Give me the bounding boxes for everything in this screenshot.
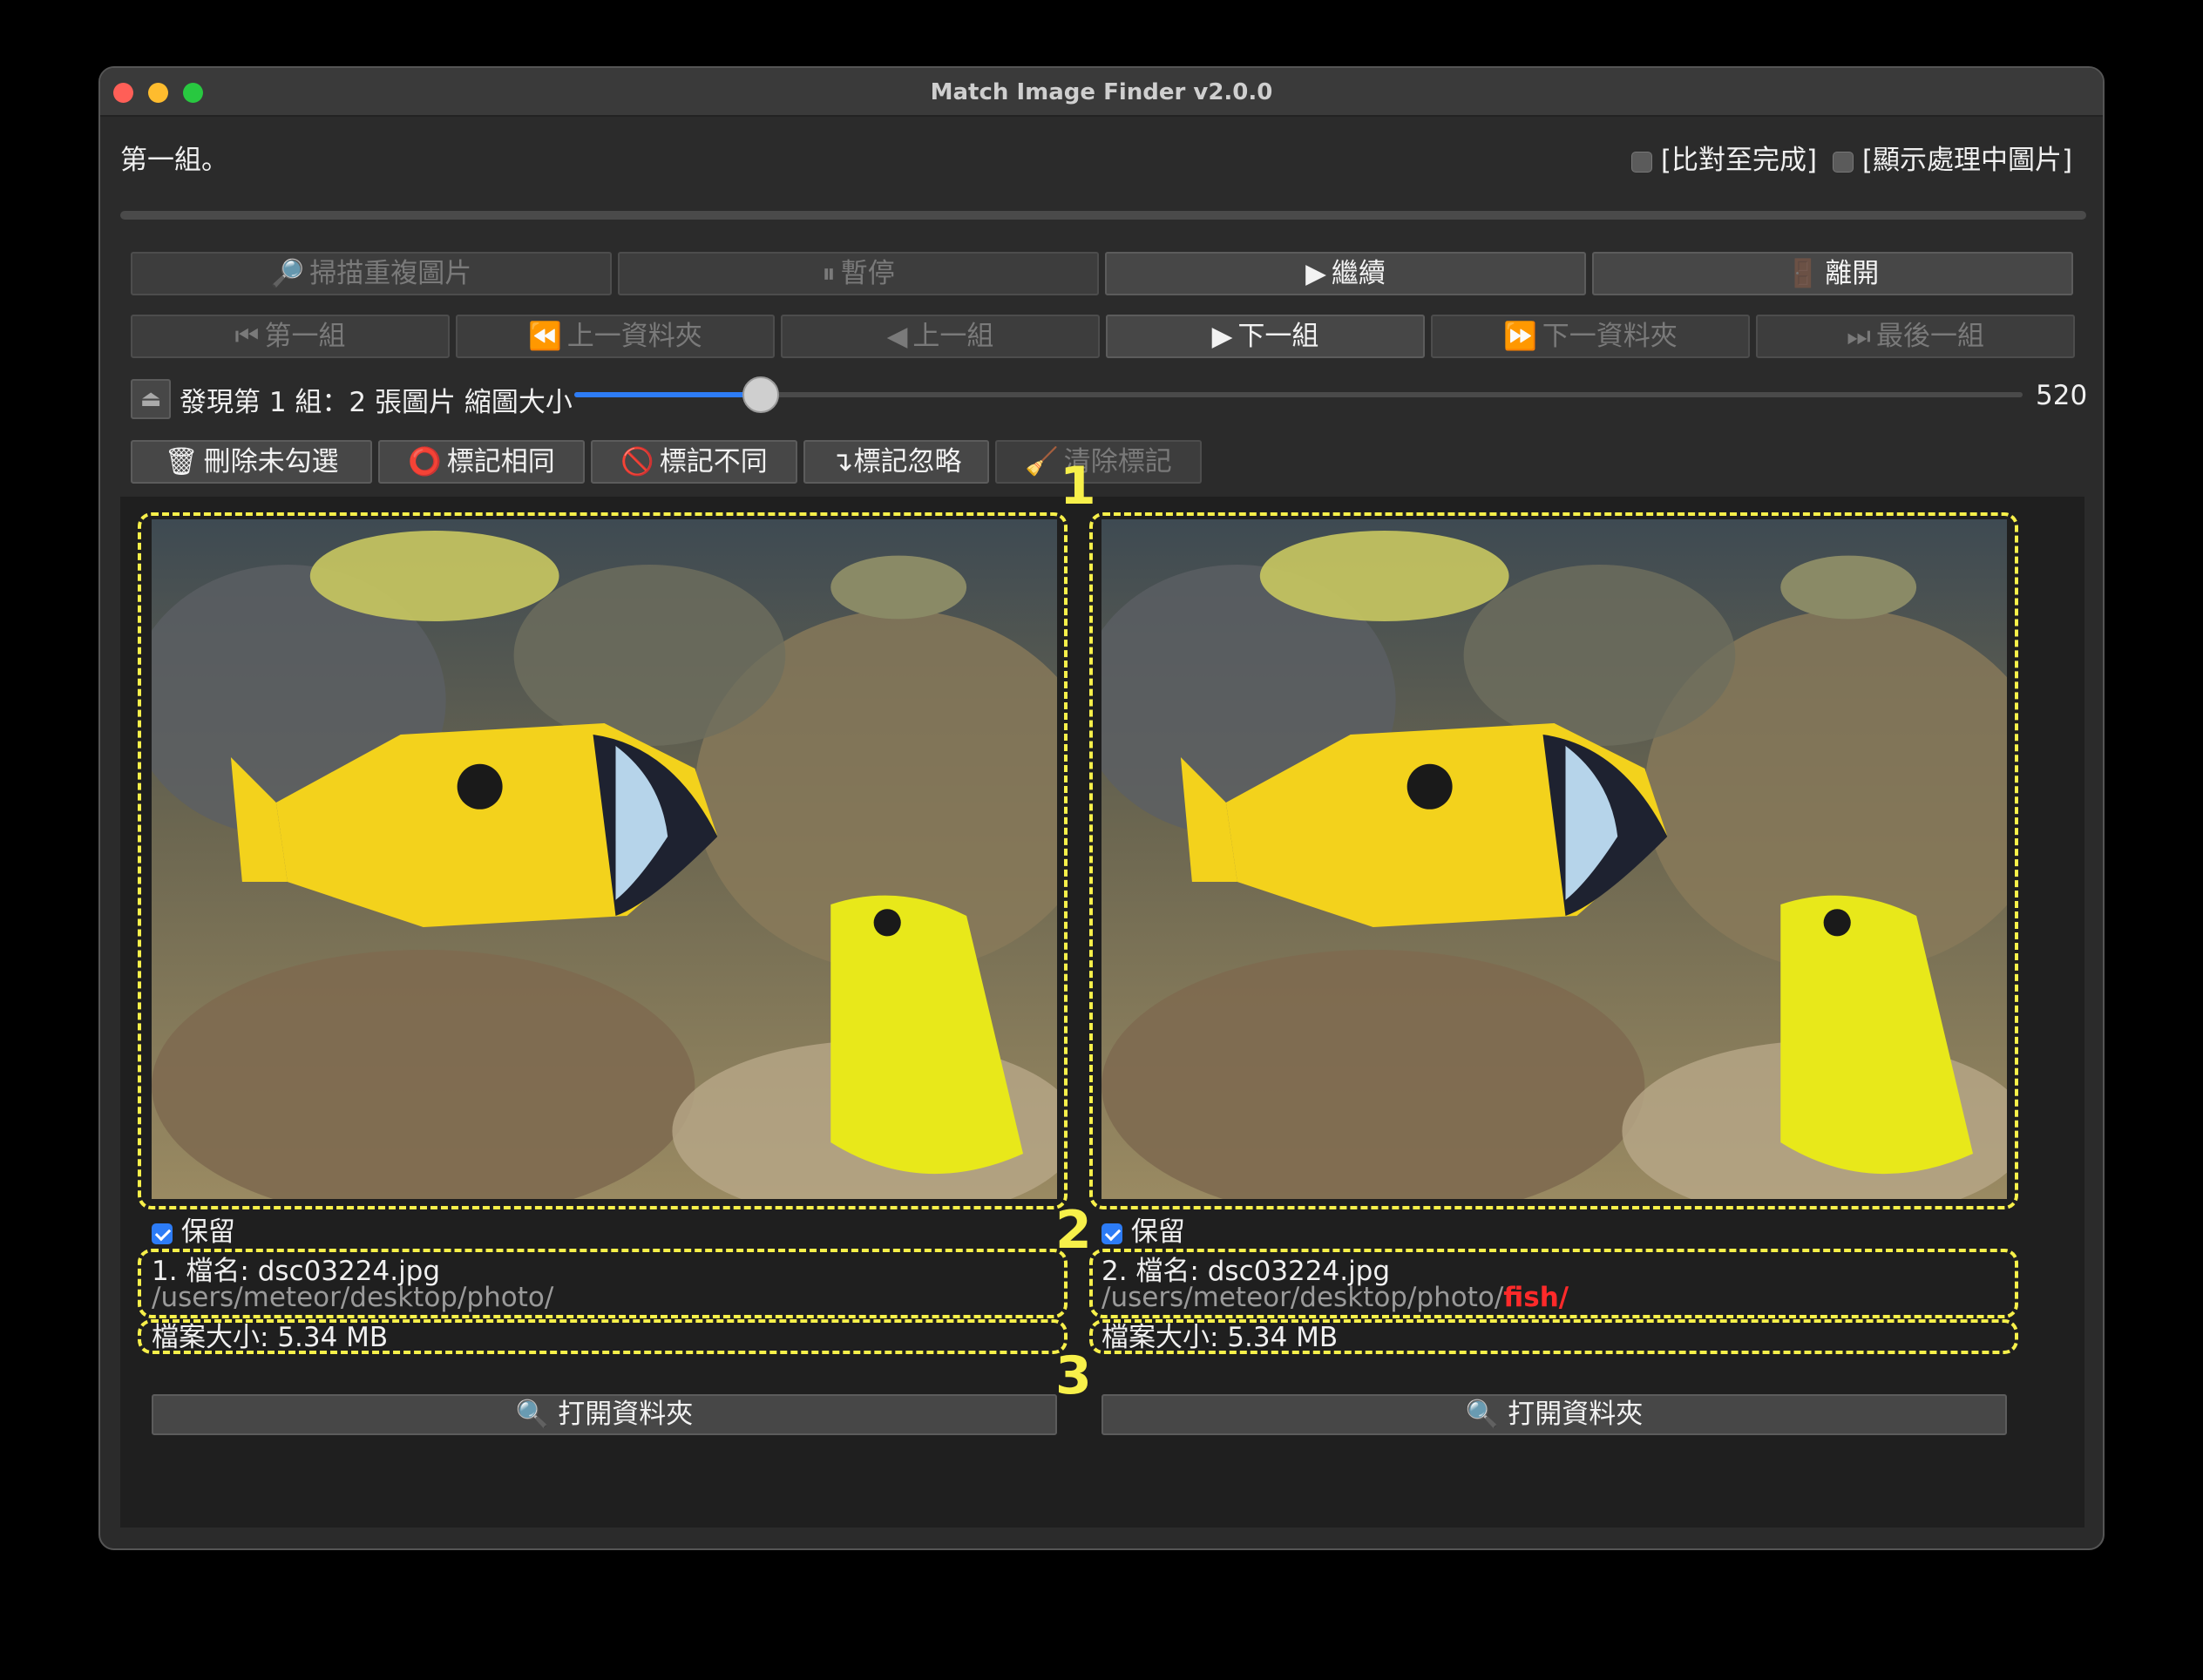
open-folder-button-2[interactable]: 🔍 打開資料夾 [1102,1394,2007,1435]
title-bar: Match Image Finder v2.0.0 [100,68,2103,117]
keep-label-2: 保留 [1130,1216,1185,1248]
pause-button[interactable]: ⏸ 暫停 [618,252,1099,295]
skip-last-icon: ⏭ [1847,321,1871,352]
found-group-text: 發現第 1 組：2 張圖片 縮圖大小 [180,387,573,418]
magnifier-icon: 🔎 [270,258,305,289]
window-title: Match Image Finder v2.0.0 [930,79,1273,105]
keep-checkbox-2[interactable] [1102,1223,1122,1244]
compare-to-end-label: [比對至完成] [1660,145,1818,176]
annotation-box-image-1 [138,512,1068,1209]
rewind-icon: ⏪ [528,321,562,352]
prev-group-button[interactable]: ◀ 上一組 [781,315,1100,358]
mark-different-button[interactable]: 🚫 標記不同 [591,440,797,484]
broom-icon: 🧹 [1025,446,1059,478]
slider-thumb[interactable] [742,376,780,413]
thumbnail-size-slider[interactable] [574,376,2023,413]
magnifier-icon: 🔍 [515,1399,550,1430]
annotation-number-1: 1 [1060,456,1096,517]
annotation-box-size-1 [138,1319,1068,1354]
keep-toggle-2[interactable]: 保留 [1102,1209,1185,1249]
first-group-button[interactable]: ⏮ 第一組 [131,315,450,358]
slider-fill [574,392,762,397]
open-folder-button-1[interactable]: 🔍 打開資料夾 [152,1394,1057,1435]
delete-unchecked-button[interactable]: 🗑 刪除未勾選 [131,440,372,484]
skip-first-icon: ⏮ [234,321,260,352]
door-icon: 🚪 [1786,258,1820,289]
scan-progress-bar [120,211,2086,220]
circle-icon: ⭕ [408,446,442,478]
show-processing-toggle[interactable]: [顯示處理中圖片] [1833,138,2072,177]
annotation-box-size-2 [1089,1319,2018,1354]
pause-icon: ⏸ [822,258,836,289]
arrow-down-icon: ↴ [830,446,854,478]
play-icon: ▶ [1305,258,1326,289]
annotation-box-name-1 [138,1249,1068,1318]
keep-checkbox-1[interactable] [152,1223,173,1244]
last-group-button[interactable]: ⏭ 最後一組 [1756,315,2075,358]
eject-icon: ⏏ [139,386,162,412]
next-icon: ▶ [1211,321,1233,352]
annotation-box-image-2 [1089,512,2018,1209]
show-processing-label: [顯示處理中圖片] [1861,145,2073,176]
mark-same-button[interactable]: ⭕ 標記相同 [378,440,585,484]
mark-ignore-button[interactable]: ↴標記忽略 [803,440,989,484]
group-label: 第一組。 [120,145,228,176]
compare-to-end-checkbox[interactable] [1631,151,1652,173]
prohibited-icon: 🚫 [620,446,654,478]
resume-button[interactable]: ▶ 繼續 [1105,252,1586,295]
thumbnail-size-value: 520 [2036,380,2088,411]
app-window: Match Image Finder v2.0.0 第一組。 [比對至完成] [… [98,66,2105,1550]
next-group-button[interactable]: ▶ 下一組 [1106,315,1425,358]
scan-duplicates-button[interactable]: 🔎 掃描重複圖片 [131,252,612,295]
annotation-number-2: 2 [1055,1200,1092,1261]
prev-folder-button[interactable]: ⏪ 上一資料夾 [456,315,775,358]
keep-toggle-1[interactable]: 保留 [152,1209,235,1249]
eject-button[interactable]: ⏏ [131,379,171,419]
exit-button[interactable]: 🚪 離開 [1592,252,2073,295]
next-folder-button[interactable]: ⏩ 下一資料夾 [1431,315,1750,358]
trash-icon: 🗑 [164,446,199,478]
fast-forward-icon: ⏩ [1503,321,1537,352]
compare-to-end-toggle[interactable]: [比對至完成] [1631,138,1817,177]
keep-label-1: 保留 [180,1216,235,1248]
annotation-number-3: 3 [1055,1345,1092,1406]
annotation-box-name-2 [1089,1249,2018,1318]
clear-marks-button[interactable]: 🧹 清除標記 [995,440,1202,484]
magnifier-icon: 🔍 [1465,1399,1500,1430]
prev-icon: ◀ [886,321,908,352]
show-processing-checkbox[interactable] [1833,151,1854,173]
